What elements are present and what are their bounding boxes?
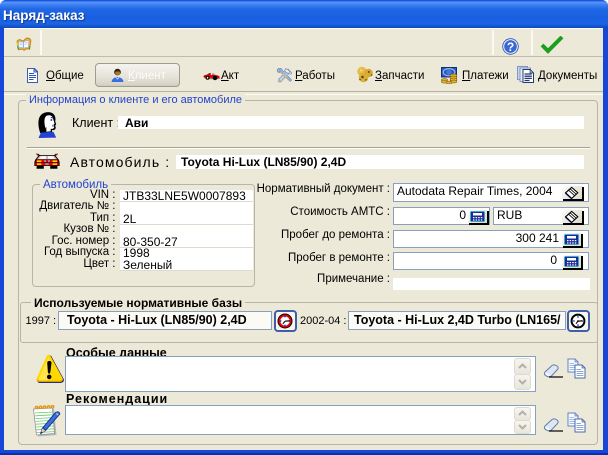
svg-text:?: ?	[507, 40, 514, 54]
